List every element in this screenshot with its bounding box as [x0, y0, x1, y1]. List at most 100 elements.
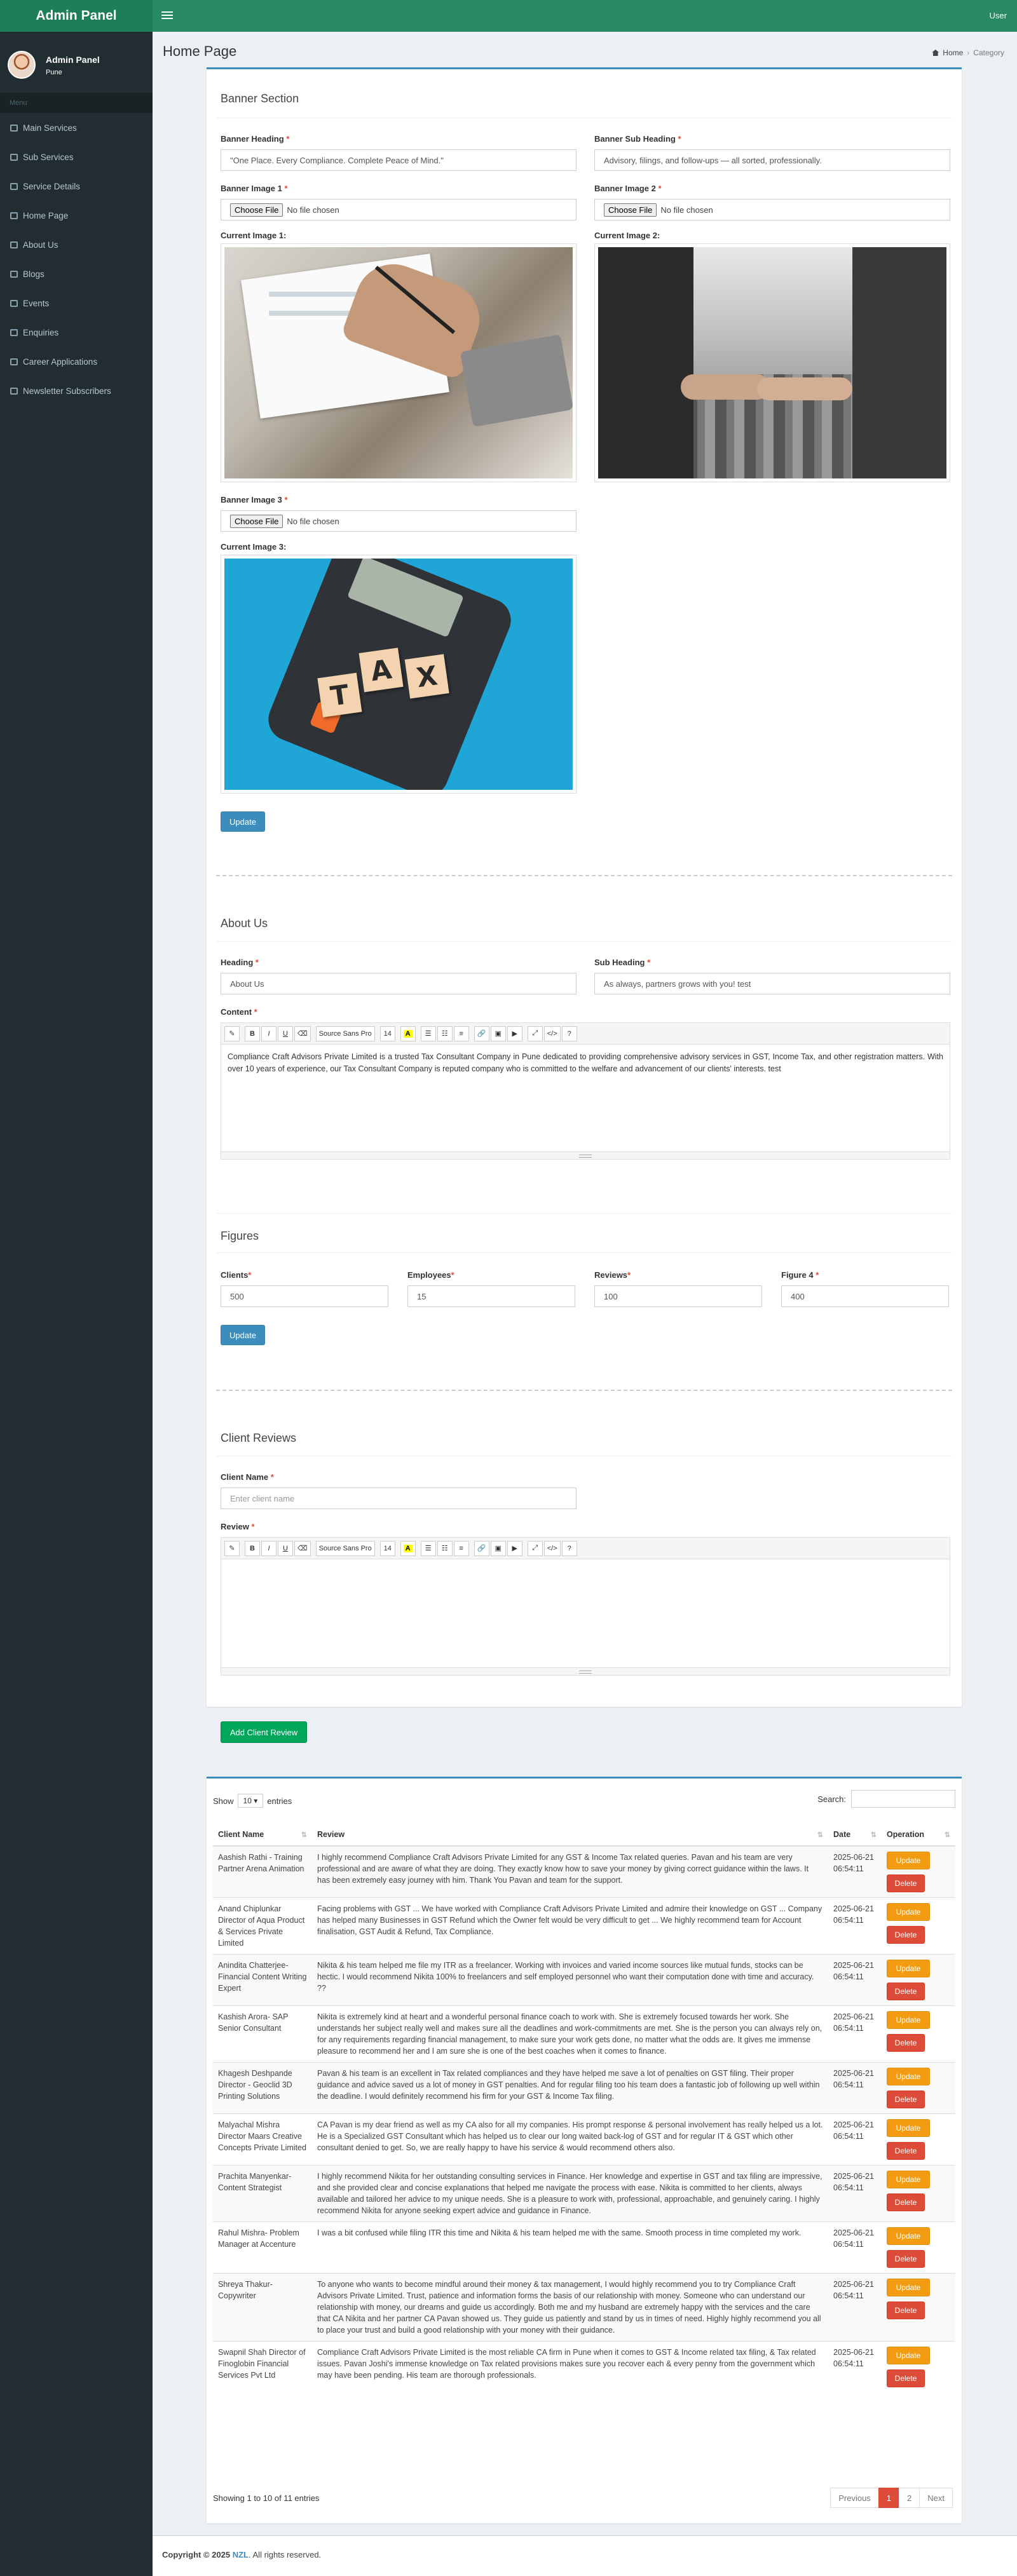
image-icon[interactable]: ▣ — [490, 1026, 506, 1041]
breadcrumb-home[interactable]: Home — [943, 48, 963, 57]
link-icon[interactable]: 🔗 — [474, 1026, 489, 1041]
banner-image1-file-input[interactable]: Choose File No file chosen — [221, 199, 577, 220]
video-icon[interactable]: ▶ — [507, 1540, 522, 1556]
italic-button[interactable]: I — [261, 1026, 276, 1041]
eraser-icon[interactable]: ⌫ — [294, 1540, 311, 1556]
delete-button[interactable]: Delete — [887, 2142, 925, 2160]
font-family-select[interactable]: Source Sans Pro — [315, 1026, 375, 1041]
banner-subheading-input[interactable]: Advisory, filings, and follow-ups — all … — [594, 149, 950, 171]
figure-reviews-input[interactable]: 100 — [594, 1285, 762, 1307]
delete-button[interactable]: Delete — [887, 2034, 925, 2052]
code-view-icon[interactable]: </> — [543, 1026, 561, 1041]
about-content-editor[interactable]: ✎ B I U ⌫ Source Sans Pro 14 A ☰ ☷ ≡ 🔗 ▣… — [221, 1022, 950, 1160]
ordered-list-icon[interactable]: ☷ — [437, 1540, 453, 1556]
eraser-icon[interactable]: ⌫ — [294, 1026, 311, 1041]
unordered-list-icon[interactable]: ☰ — [420, 1540, 436, 1556]
editor-resize-handle[interactable] — [221, 1667, 950, 1675]
delete-button[interactable]: Delete — [887, 1874, 925, 1892]
sidebar-item-events[interactable]: Events — [0, 288, 153, 318]
image-icon[interactable]: ▣ — [490, 1540, 506, 1556]
underline-button[interactable]: U — [278, 1026, 293, 1041]
sidebar-item-blogs[interactable]: Blogs — [0, 259, 153, 288]
magic-wand-icon[interactable]: ✎ — [224, 1540, 240, 1556]
column-header-operation[interactable]: Operation ⇅ — [882, 1823, 955, 1847]
about-subheading-input[interactable]: As always, partners grows with you! test — [594, 973, 950, 994]
delete-button[interactable]: Delete — [887, 2091, 925, 2108]
search-input[interactable] — [851, 1790, 955, 1808]
app-logo[interactable]: Admin Panel — [0, 0, 153, 32]
sidebar-toggle-icon[interactable] — [161, 10, 173, 21]
delete-button[interactable]: Delete — [887, 2369, 925, 2387]
review-text-area[interactable] — [221, 1559, 950, 1572]
figure-clients-input[interactable]: 500 — [221, 1285, 388, 1307]
column-header-date[interactable]: Date ⇅ — [828, 1823, 882, 1847]
magic-wand-icon[interactable]: ✎ — [224, 1026, 240, 1041]
review-editor[interactable]: ✎ B I U ⌫ Source Sans Pro 14 A ☰ ☷ ≡ 🔗 ▣… — [221, 1537, 950, 1676]
add-client-review-button[interactable]: Add Client Review — [221, 1721, 307, 1743]
update-button[interactable]: Update — [887, 1852, 930, 1869]
font-size-select[interactable]: 14 — [379, 1540, 395, 1556]
banner-heading-input[interactable]: "One Place. Every Compliance. Complete P… — [221, 149, 577, 171]
sidebar-item-sub-services[interactable]: Sub Services — [0, 142, 153, 172]
update-button[interactable]: Update — [887, 2347, 930, 2364]
column-header-client-name[interactable]: Client Name ⇅ — [213, 1823, 312, 1847]
link-icon[interactable]: 🔗 — [474, 1540, 489, 1556]
update-button[interactable]: Update — [887, 1960, 930, 1977]
paragraph-align-icon[interactable]: ≡ — [453, 1540, 469, 1556]
delete-button[interactable]: Delete — [887, 2193, 925, 2211]
sidebar-item-main-services[interactable]: Main Services — [0, 113, 153, 142]
help-icon[interactable]: ? — [561, 1026, 577, 1041]
column-header-review[interactable]: Review ⇅ — [312, 1823, 828, 1847]
pagination-previous[interactable]: Previous — [830, 2488, 879, 2508]
ordered-list-icon[interactable]: ☷ — [437, 1026, 453, 1041]
footer-brand-link[interactable]: NZL — [233, 2550, 249, 2559]
font-size-select[interactable]: 14 — [379, 1026, 395, 1041]
unordered-list-icon[interactable]: ☰ — [420, 1026, 436, 1041]
paragraph-align-icon[interactable]: ≡ — [453, 1026, 469, 1041]
delete-button[interactable]: Delete — [887, 1983, 925, 2000]
update-button[interactable]: Update — [887, 2068, 930, 2085]
video-icon[interactable]: ▶ — [507, 1026, 522, 1041]
sidebar-item-home-page[interactable]: Home Page — [0, 201, 153, 230]
italic-button[interactable]: I — [261, 1540, 276, 1556]
client-name-input[interactable]: Enter client name — [221, 1488, 577, 1509]
sidebar-item-career-applications[interactable]: Career Applications — [0, 347, 153, 376]
figure-employees-input[interactable]: 15 — [407, 1285, 575, 1307]
underline-button[interactable]: U — [278, 1540, 293, 1556]
update-button[interactable]: Update — [887, 2227, 930, 2245]
update-button[interactable]: Update — [887, 2119, 930, 2137]
update-button[interactable]: Update — [887, 2279, 930, 2296]
entries-select[interactable]: 10 ▾ — [237, 1794, 264, 1808]
bold-button[interactable]: B — [245, 1026, 260, 1041]
about-heading-input[interactable]: About Us — [221, 973, 577, 994]
editor-resize-handle[interactable] — [221, 1151, 950, 1159]
delete-button[interactable]: Delete — [887, 2250, 925, 2268]
text-color-button[interactable]: A — [400, 1540, 416, 1556]
help-icon[interactable]: ? — [561, 1540, 577, 1556]
figures-update-button[interactable]: Update — [221, 1325, 265, 1345]
sidebar-item-service-details[interactable]: Service Details — [0, 172, 153, 201]
fullscreen-icon[interactable]: ⤢ — [527, 1026, 543, 1041]
bold-button[interactable]: B — [245, 1540, 260, 1556]
banner-image3-file-input[interactable]: Choose File No file chosen — [221, 510, 577, 532]
code-view-icon[interactable]: </> — [543, 1540, 561, 1556]
font-family-select[interactable]: Source Sans Pro — [315, 1540, 375, 1556]
figure-4-input[interactable]: 400 — [781, 1285, 949, 1307]
banner-update-button[interactable]: Update — [221, 811, 265, 832]
pagination-next[interactable]: Next — [919, 2488, 953, 2508]
delete-button[interactable]: Delete — [887, 2301, 925, 2319]
update-button[interactable]: Update — [887, 1903, 930, 1921]
fullscreen-icon[interactable]: ⤢ — [527, 1540, 543, 1556]
delete-button[interactable]: Delete — [887, 1926, 925, 1944]
update-button[interactable]: Update — [887, 2011, 930, 2029]
pagination-page-2[interactable]: 2 — [899, 2488, 920, 2508]
pagination-page-1[interactable]: 1 — [878, 2488, 900, 2508]
sidebar-item-enquiries[interactable]: Enquiries — [0, 318, 153, 347]
sidebar-item-about-us[interactable]: About Us — [0, 230, 153, 259]
banner-image2-file-input[interactable]: Choose File No file chosen — [594, 199, 950, 220]
user-menu[interactable]: User — [990, 11, 1007, 20]
sidebar-item-newsletter-subscribers[interactable]: Newsletter Subscribers — [0, 376, 153, 405]
about-content-text[interactable]: Compliance Craft Advisors Private Limite… — [221, 1045, 950, 1081]
text-color-button[interactable]: A — [400, 1026, 416, 1041]
update-button[interactable]: Update — [887, 2171, 930, 2188]
